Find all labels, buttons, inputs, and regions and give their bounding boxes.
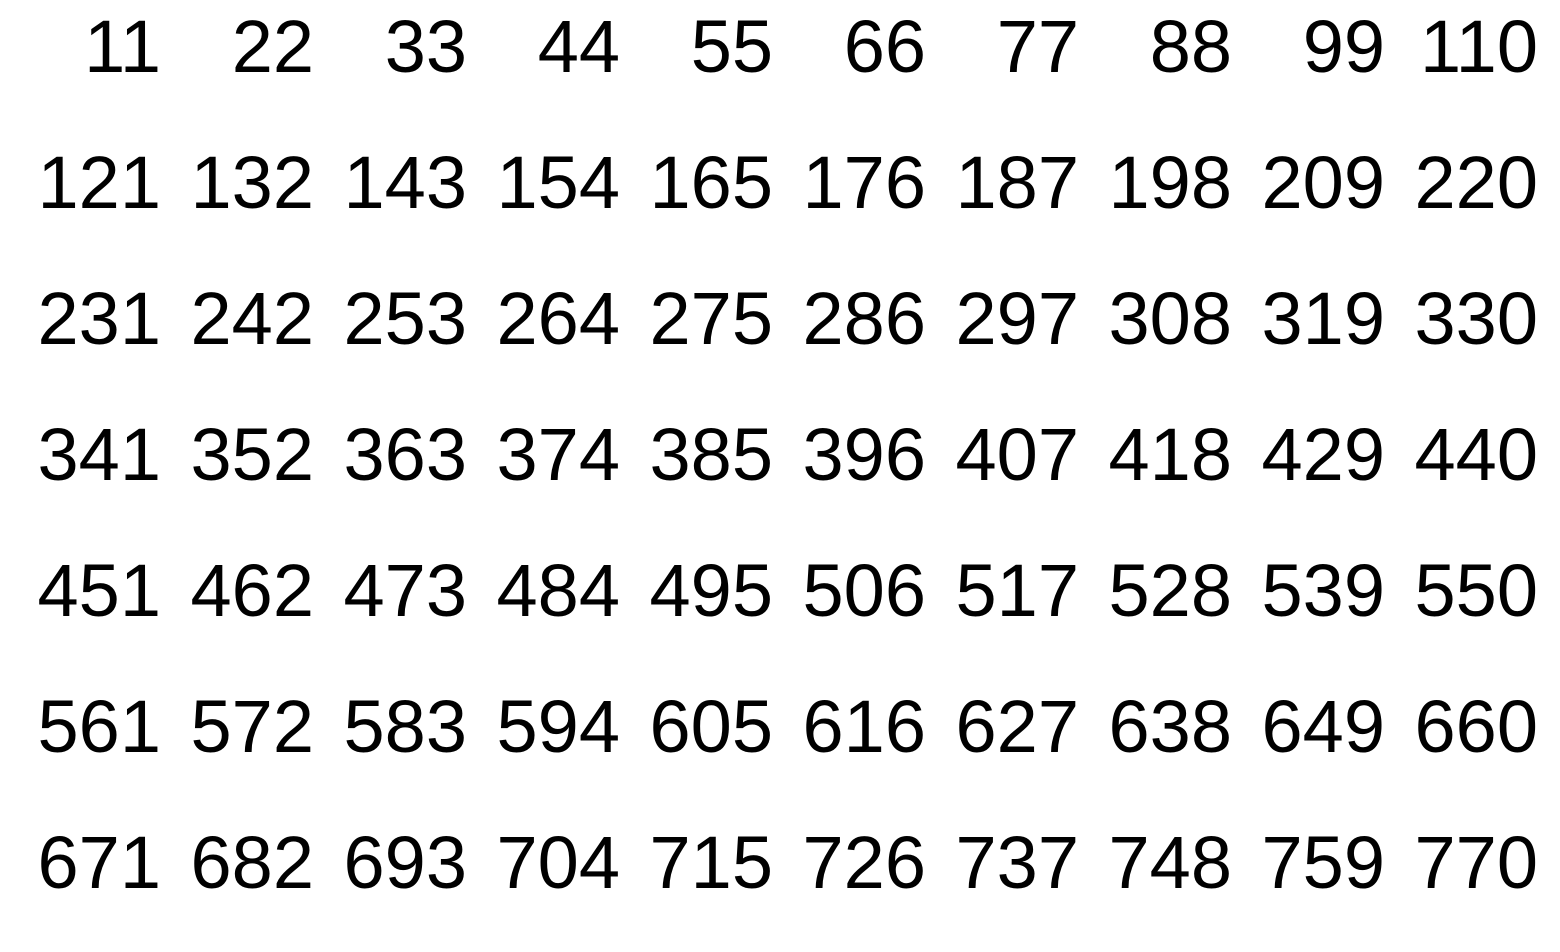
number-cell: 561 xyxy=(37,685,161,768)
number-cell: 572 xyxy=(190,685,314,768)
number-cell: 385 xyxy=(649,413,773,496)
number-cell: 528 xyxy=(1108,549,1232,632)
number-cell: 495 xyxy=(649,549,773,632)
number-cell: 352 xyxy=(190,413,314,496)
number-cell: 242 xyxy=(190,277,314,360)
number-cell: 539 xyxy=(1261,549,1385,632)
number-cell: 748 xyxy=(1108,821,1232,904)
number-cell: 770 xyxy=(1414,821,1538,904)
number-cell: 638 xyxy=(1108,685,1232,768)
number-cell: 154 xyxy=(496,141,620,224)
number-cell: 286 xyxy=(802,277,926,360)
number-cell: 407 xyxy=(955,413,1079,496)
number-cell: 726 xyxy=(802,821,926,904)
number-cell: 473 xyxy=(343,549,467,632)
number-cell: 66 xyxy=(843,5,926,88)
number-cell: 165 xyxy=(649,141,773,224)
number-cell: 341 xyxy=(37,413,161,496)
number-cell: 187 xyxy=(955,141,1079,224)
number-cell: 451 xyxy=(37,549,161,632)
number-cell: 275 xyxy=(649,277,773,360)
number-cell: 484 xyxy=(496,549,620,632)
number-cell: 550 xyxy=(1414,549,1538,632)
number-cell: 264 xyxy=(496,277,620,360)
number-cell: 176 xyxy=(802,141,926,224)
number-cell: 11 xyxy=(84,5,161,88)
number-cell: 99 xyxy=(1302,5,1385,88)
number-cell: 605 xyxy=(649,685,773,768)
number-cell: 715 xyxy=(649,821,773,904)
number-cell: 396 xyxy=(802,413,926,496)
number-cell: 616 xyxy=(802,685,926,768)
number-cell: 671 xyxy=(37,821,161,904)
number-cell: 627 xyxy=(955,685,1079,768)
number-cell: 682 xyxy=(190,821,314,904)
number-cell: 440 xyxy=(1414,413,1538,496)
number-cell: 121 xyxy=(37,141,161,224)
number-cell: 231 xyxy=(37,277,161,360)
number-cell: 374 xyxy=(496,413,620,496)
number-grid: 11 22 33 44 55 66 77 88 99 110 121 132 143 154 165 176 1… xyxy=(8,0,1538,916)
number-cell: 737 xyxy=(955,821,1079,904)
number-cell: 594 xyxy=(496,685,620,768)
number-cell: 759 xyxy=(1261,821,1385,904)
number-cell: 649 xyxy=(1261,685,1385,768)
number-cell: 363 xyxy=(343,413,467,496)
number-cell: 44 xyxy=(537,5,620,88)
number-cell: 418 xyxy=(1108,413,1232,496)
number-cell: 330 xyxy=(1414,277,1538,360)
number-cell: 132 xyxy=(190,141,314,224)
number-cell: 209 xyxy=(1261,141,1385,224)
number-cell: 253 xyxy=(343,277,467,360)
number-cell: 429 xyxy=(1261,413,1385,496)
number-cell: 462 xyxy=(190,549,314,632)
number-cell: 517 xyxy=(955,549,1079,632)
number-cell: 583 xyxy=(343,685,467,768)
number-cell: 220 xyxy=(1414,141,1538,224)
number-cell: 88 xyxy=(1149,5,1232,88)
number-cell: 33 xyxy=(384,5,467,88)
number-cell: 660 xyxy=(1414,685,1538,768)
number-cell: 693 xyxy=(343,821,467,904)
number-cell: 55 xyxy=(690,5,773,88)
number-cell: 319 xyxy=(1261,277,1385,360)
number-cell: 297 xyxy=(955,277,1079,360)
number-cell: 308 xyxy=(1108,277,1232,360)
number-cell: 506 xyxy=(802,549,926,632)
number-cell: 198 xyxy=(1108,141,1232,224)
number-cell: 143 xyxy=(343,141,467,224)
number-cell: 22 xyxy=(231,5,314,88)
number-cell: 110 xyxy=(1420,5,1538,88)
number-cell: 704 xyxy=(496,821,620,904)
number-cell: 77 xyxy=(996,5,1079,88)
